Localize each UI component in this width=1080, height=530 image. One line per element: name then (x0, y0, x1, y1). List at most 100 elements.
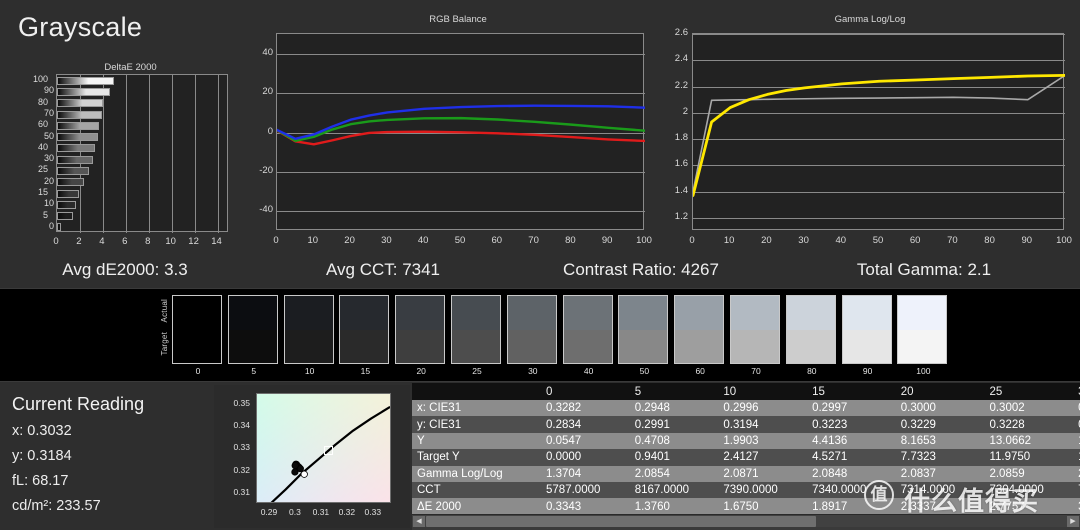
table-col-header-label[interactable] (412, 383, 542, 400)
rgb-xtick-10: 10 (307, 235, 319, 246)
table-cell: 18.5466 (1073, 432, 1080, 450)
table-cell: 1.8917 (807, 498, 896, 515)
swatch-target-20 (396, 329, 445, 363)
swatch-0 (172, 295, 222, 364)
gridline-x-8 (148, 75, 150, 233)
table-cell: 0.9401 (629, 449, 719, 466)
gamma-xtick-80: 80 (984, 235, 995, 246)
table-cell: 11.9750 (984, 449, 1074, 466)
table-cell: 1.6750 (718, 498, 808, 515)
table-row: x: CIE31 0.3282 0.2948 0.2996 0.2997 0.3000 0.… (412, 400, 1080, 417)
deltae-ylabel-50: 50 (43, 130, 54, 141)
swatch-100 (897, 295, 948, 364)
measurements-table-wrap[interactable]: 051015202530405060 x: CIE310.32820.29480… (412, 383, 1080, 530)
table-cell: 4.4136 (807, 432, 896, 450)
cie-ytick-0.34: 0.34 (233, 420, 250, 431)
reading-fl: fL: 68.17 (12, 473, 69, 489)
table-row: Gamma Log/Log 1.3704 2.0854 2.0871 2.0848 2.0… (412, 465, 1080, 482)
swatch-5 (227, 295, 278, 364)
swatch-actual-50 (619, 296, 668, 330)
rgb-ytick--20: -20 (259, 164, 273, 176)
swatch-label-100: 100 (916, 366, 931, 376)
table-cell: 2.0926 (1073, 465, 1080, 482)
swatch-label-40: 40 (583, 366, 594, 376)
table-col-header-15[interactable]: 15 (807, 383, 896, 400)
charts-area: Grayscale DeltaE 2000 100 90 80 70 60 50 40 30 2… (0, 0, 1080, 279)
rgb-xtick-90: 90 (601, 235, 613, 246)
gridline-x-12 (194, 75, 196, 233)
cie-measured-point (291, 461, 299, 470)
table-col-header-0[interactable]: 0 (541, 383, 630, 400)
cie-measured-point (291, 468, 299, 476)
gamma-xtick-60: 60 (909, 235, 921, 246)
table-cell: 0.3343 (541, 498, 630, 515)
table-cell: 2.0854 (629, 465, 719, 482)
table-row: CCT 5787.0000 8167.0000 7390.0000 7340.0000 7… (412, 481, 1080, 499)
rgb-balance-chart-title: RGB Balance (429, 14, 487, 25)
rgb-xtick-50: 50 (454, 235, 466, 246)
rgb-balance-chart: RGB Balance -40 -20 0 20 40 0 10 20 30 40 50 60 70 80… (258, 14, 658, 252)
deltae-xtick-4: 4 (99, 236, 105, 247)
rgb-ytick-40: 40 (262, 46, 273, 58)
swatch-60 (674, 295, 725, 364)
swatch-actual-80 (786, 296, 835, 330)
rgb-xtick-40: 40 (417, 235, 429, 246)
deltae-xtick-8: 8 (145, 236, 151, 247)
swatch-target-5 (228, 329, 277, 363)
deltae-ylabel-30: 30 (43, 153, 54, 164)
table-col-header-10[interactable]: 10 (718, 383, 808, 400)
current-reading-title: Current Reading (12, 394, 145, 414)
table-cell: 3.1099 (1073, 498, 1080, 515)
table-col-header-5[interactable]: 5 (629, 383, 719, 400)
table-col-header-25[interactable]: 25 (984, 383, 1074, 400)
rgb-xtick-60: 60 (491, 235, 503, 246)
swatch-label-25: 25 (472, 366, 482, 376)
gamma-loglog-chart: Gamma Log/Log 1.2 1.4 1.6 1.8 2 2.2 2.4 2.6 0 10 2… (668, 14, 1072, 252)
table-col-header-20[interactable]: 20 (895, 383, 985, 400)
deltae-bar-30 (57, 155, 93, 164)
swatch-target-label: Target (160, 332, 169, 356)
deltae-ylabel-90: 90 (43, 85, 54, 96)
measurements-table: 051015202530405060 x: CIE310.32820.29480… (412, 383, 1080, 515)
swatch-target-25 (452, 329, 500, 363)
gamma-xtick-30: 30 (798, 235, 809, 246)
swatch-target-30 (507, 329, 556, 363)
scroll-left-arrow-icon[interactable]: ◀ (413, 516, 425, 527)
swatch-label-70: 70 (751, 366, 761, 376)
gamma-ytick-1.2: 1.2 (674, 210, 688, 222)
cie-target-marker (323, 445, 333, 455)
table-cell: 0.3001 (1073, 400, 1080, 417)
deltae-plot (56, 74, 228, 233)
scroll-right-arrow-icon[interactable]: ▶ (1067, 516, 1079, 527)
swatch-label-5: 5 (251, 366, 257, 376)
swatch-actual-90 (842, 296, 891, 330)
table-col-header-30[interactable]: 30 (1073, 383, 1080, 400)
gamma-xtick-100: 100 (1056, 235, 1072, 246)
gamma-xtick-20: 20 (761, 235, 772, 246)
cie-ytick-0.32: 0.32 (233, 464, 250, 475)
current-reading-panel: Current Reading x: 0.3032 y: 0.3184 fL: … (0, 383, 212, 530)
table-row: Target Y 0.0000 0.9401 2.4127 4.5271 7.7323 11… (412, 449, 1080, 466)
table-cell: 0.2997 (807, 400, 896, 417)
deltae-xtick-6: 6 (122, 236, 128, 247)
reading-cdm2: cd/m²: 233.57 (12, 498, 101, 514)
deltae-ylabel-0: 0 (48, 220, 54, 231)
stat-0: Avg dE2000: 3.3 (62, 260, 188, 279)
scrollbar-thumb[interactable] (426, 516, 816, 527)
table-cell: 1.9903 (718, 432, 808, 450)
reading-x: x: 0.3032 (12, 423, 72, 439)
gridline-x-14 (217, 75, 219, 233)
deltae-bar-90 (57, 87, 110, 96)
grayscale-swatch-strip: Actual Target 0 5 10 15 20 25 30 40 50 60 70 80 90 100 (0, 288, 1080, 382)
deltae-ylabel-40: 40 (37, 141, 48, 152)
table-cell: 0.2991 (629, 416, 719, 433)
swatch-50 (618, 295, 669, 364)
swatch-actual-100 (898, 296, 947, 330)
swatch-actual-25 (452, 296, 500, 330)
swatch-target-70 (731, 329, 779, 363)
table-cell: 2.0848 (807, 465, 896, 482)
table-horizontal-scrollbar[interactable]: ◀ ▶ (412, 514, 1080, 527)
swatch-target-15 (340, 329, 389, 363)
swatch-label-50: 50 (639, 366, 650, 376)
table-row-label: Gamma Log/Log (412, 465, 542, 482)
